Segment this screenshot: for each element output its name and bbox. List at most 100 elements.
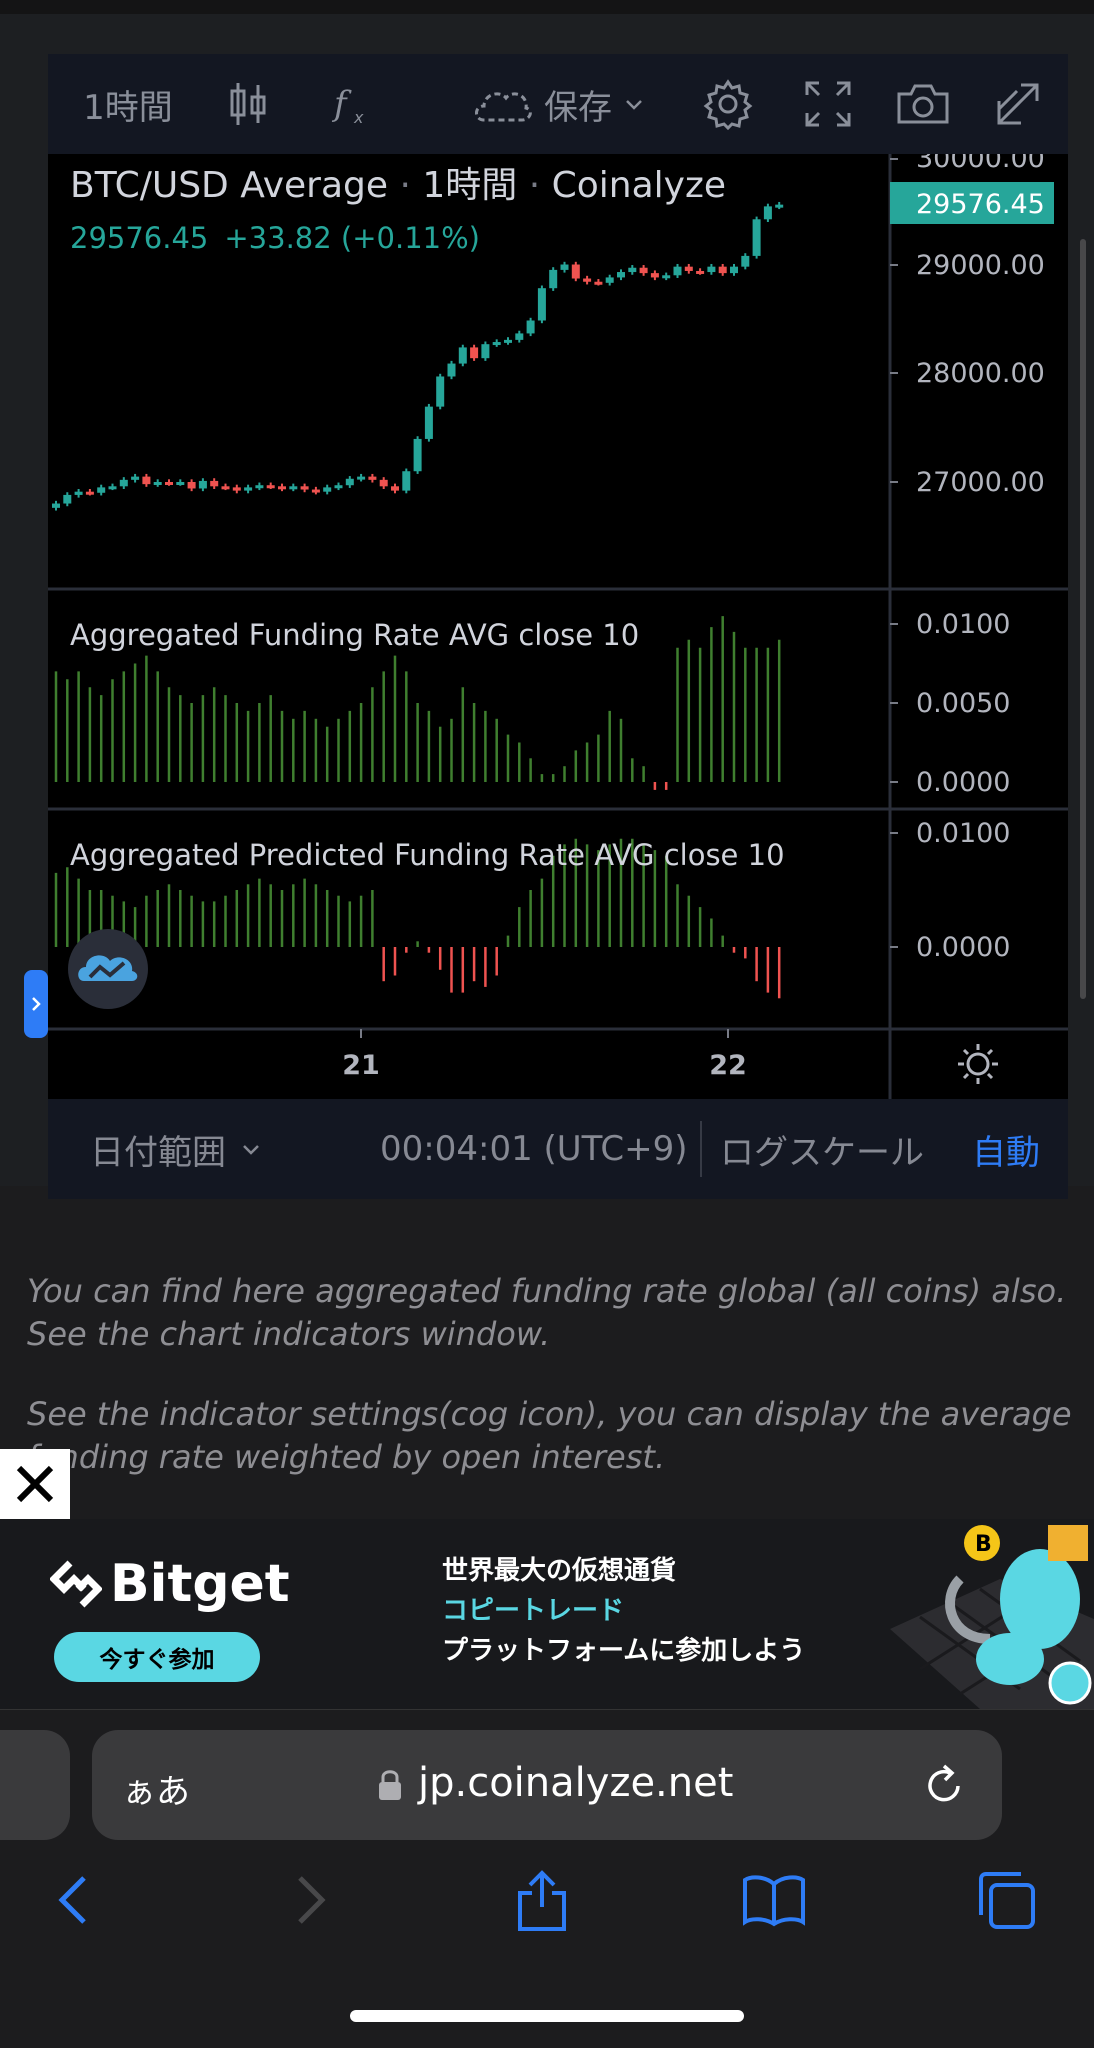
candle-body — [504, 339, 512, 343]
save-button[interactable]: 保存 — [448, 54, 668, 154]
ad-copy: 世界最大の仮想通貨 コピートレード プラットフォームに参加しよう — [442, 1551, 805, 1671]
back-button[interactable] — [34, 1860, 114, 1940]
title-interval: 1時間 — [422, 165, 517, 206]
title-source: Coinalyze — [552, 165, 726, 206]
candle-body — [289, 486, 298, 490]
time-tick: 22 — [709, 1050, 747, 1081]
address-bar[interactable]: ぁあ jp.coinalyze.net — [92, 1730, 1002, 1840]
price-badge: 29576.45 — [916, 189, 1045, 220]
predicted-tick: 0.0000 — [916, 932, 1010, 963]
fullscreen-icon[interactable] — [788, 54, 868, 154]
sidebar-toggle[interactable] — [24, 970, 48, 1038]
scrollbar[interactable] — [1080, 239, 1086, 999]
candle-body — [244, 487, 253, 491]
price-tick: 27000.00 — [916, 467, 1045, 498]
ad-banner[interactable]: Bitget 今すぐ参加 世界最大の仮想通貨 コピートレード プラットフォームに… — [0, 1519, 1094, 1710]
gear-icon[interactable] — [688, 54, 768, 154]
candle-body — [391, 486, 399, 491]
chart-frame: 1時間 fx 保存 30000.00 29000.00 28000.00 270… — [0, 14, 1094, 1199]
log-scale-button[interactable]: ログスケール — [720, 1099, 924, 1199]
sun-icon[interactable] — [958, 1044, 998, 1084]
divider — [700, 1121, 702, 1177]
description-paragraph: You can find here aggregated funding rat… — [27, 1272, 1067, 1353]
candle-body — [165, 482, 173, 485]
coinalyze-logo-icon[interactable] — [68, 929, 148, 1009]
funding-tick: 0.0000 — [916, 767, 1010, 798]
candle-body — [357, 476, 366, 480]
chart-toolbar: 1時間 fx 保存 — [48, 54, 1068, 154]
last-price: 29576.45 — [70, 221, 208, 255]
join-now-button[interactable]: 今すぐ参加 — [54, 1632, 260, 1682]
candle-body — [63, 494, 72, 504]
candle-body — [232, 487, 241, 491]
candle-body — [696, 270, 705, 274]
candle-body — [108, 486, 117, 490]
tabs-button[interactable] — [966, 1860, 1046, 1940]
candle-body — [673, 266, 682, 276]
date-range-button[interactable]: 日付範囲 — [90, 1099, 262, 1199]
reload-icon[interactable] — [922, 1762, 968, 1808]
forward-button[interactable] — [270, 1860, 350, 1940]
description-paragraph: See the indicator settings(cog icon), yo… — [27, 1395, 1072, 1476]
chevron-right-icon — [298, 1876, 326, 1924]
candle-body — [662, 275, 671, 279]
candle-body — [515, 333, 524, 340]
candle-body — [323, 487, 332, 492]
price-tick: 29000.00 — [916, 250, 1045, 281]
candle-body — [187, 482, 196, 489]
chart-area[interactable]: 30000.00 29000.00 28000.00 27000.00 2957… — [48, 154, 1068, 1099]
popout-icon[interactable] — [978, 54, 1058, 154]
price-scale[interactable]: 30000.00 29000.00 28000.00 27000.00 2957… — [890, 154, 1054, 498]
candle-body — [255, 485, 264, 489]
candle-body — [537, 288, 546, 321]
page-settings-button[interactable]: ぁあ — [122, 1764, 190, 1813]
candle-body — [752, 219, 761, 256]
auto-scale-button[interactable]: 自動 — [972, 1099, 1040, 1199]
title-separator: · — [388, 165, 422, 206]
candle-body — [481, 344, 490, 359]
candle-body — [368, 476, 377, 480]
chart-svg[interactable]: 30000.00 29000.00 28000.00 27000.00 2957… — [48, 154, 1068, 1099]
time-axis[interactable]: 21 22 — [342, 1029, 747, 1081]
predicted-scale[interactable]: 0.0100 0.0000 — [890, 818, 1010, 963]
tradingview-widget: 1時間 fx 保存 30000.00 29000.00 28000.00 270… — [48, 54, 1068, 1199]
candle-body — [560, 264, 569, 270]
browser-toolbar: ぁあ jp.coinalyze.net — [0, 1710, 1094, 2048]
clock-readout[interactable]: 00:04:01 (UTC+9) — [380, 1099, 688, 1199]
share-button[interactable] — [502, 1860, 582, 1940]
bitget-logo: Bitget — [50, 1554, 290, 1614]
funding-scale[interactable]: 0.0100 0.0050 0.0000 — [890, 609, 1010, 798]
candle-body — [85, 491, 94, 495]
bookmarks-button[interactable] — [734, 1860, 814, 1940]
previous-tab-preview[interactable] — [0, 1730, 70, 1840]
candle-body — [142, 476, 151, 485]
chart-bottom-bar: 日付範囲 00:04:01 (UTC+9) ログスケール 自動 — [48, 1099, 1068, 1199]
candle-body — [345, 478, 354, 486]
interval-button[interactable]: 1時間 — [68, 54, 188, 154]
camera-icon[interactable] — [878, 54, 968, 154]
share-icon — [518, 1870, 566, 1931]
candle-body — [278, 486, 286, 490]
candle-body — [707, 266, 716, 273]
candle-body — [153, 482, 162, 485]
funding-legend: Aggregated Funding Rate AVG close 10 — [70, 618, 639, 652]
candle-body — [684, 266, 693, 271]
candles-icon[interactable] — [213, 54, 283, 154]
ad-line: 世界最大の仮想通貨 — [442, 1556, 677, 1586]
candle-body — [424, 406, 433, 439]
candle-body — [458, 347, 467, 364]
indicators-icon[interactable]: fx — [313, 54, 393, 154]
candle-body — [617, 272, 625, 278]
candle-body — [198, 480, 207, 489]
svg-text:f: f — [331, 84, 352, 124]
ad-illustration-image: B — [890, 1525, 1094, 1709]
candle-body — [176, 482, 185, 485]
candle-body — [74, 491, 83, 495]
url-text[interactable]: jp.coinalyze.net — [418, 1760, 733, 1806]
candle-body — [583, 278, 592, 282]
candle-body — [436, 376, 445, 407]
chevron-left-icon — [58, 1876, 86, 1924]
price-change: +33.82 (+0.11%) — [224, 221, 480, 255]
candle-body — [210, 480, 219, 487]
close-ad-button[interactable] — [0, 1449, 70, 1519]
